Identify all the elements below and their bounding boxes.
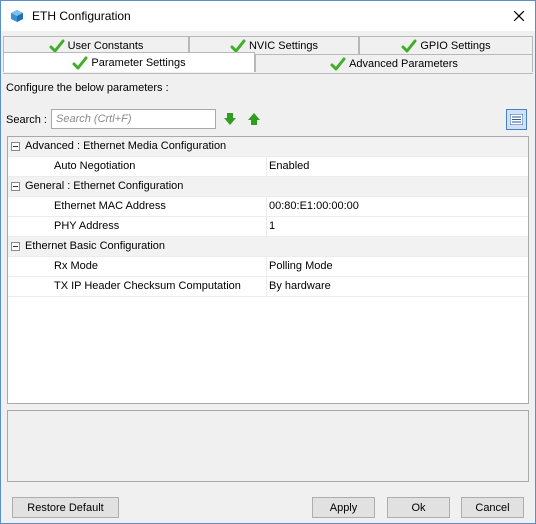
description-panel — [7, 410, 529, 482]
tree-param-row[interactable]: Auto Negotiation Enabled — [8, 157, 528, 177]
group-label: Ethernet Basic Configuration — [25, 240, 166, 252]
tree-param-row[interactable]: TX IP Header Checksum Computation By har… — [8, 277, 528, 297]
search-input[interactable] — [51, 109, 216, 129]
param-value[interactable]: By hardware — [269, 280, 331, 292]
tab-label: NVIC Settings — [248, 39, 319, 52]
column-divider — [266, 217, 267, 237]
tree-param-row[interactable]: PHY Address 1 — [8, 217, 528, 237]
apply-button[interactable]: Apply — [312, 497, 375, 518]
collapse-icon[interactable] — [11, 142, 20, 151]
param-name: Ethernet MAC Address — [54, 200, 166, 212]
list-view-button[interactable] — [506, 109, 527, 130]
arrow-down-icon[interactable] — [223, 112, 237, 126]
restore-default-button[interactable]: Restore Default — [12, 497, 119, 518]
tab-gpio-settings[interactable]: GPIO Settings — [359, 36, 533, 54]
tab-label: Advanced Parameters — [349, 57, 458, 70]
tree-param-row[interactable]: Rx Mode Polling Mode — [8, 257, 528, 277]
close-button[interactable] — [507, 4, 531, 28]
param-name: PHY Address — [54, 220, 120, 232]
tab-row-bottom: Parameter Settings Advanced Parameters — [3, 52, 533, 72]
ok-button[interactable]: Ok — [387, 497, 450, 518]
tree-param-row[interactable]: Ethernet MAC Address 00:80:E1:00:00:00 — [8, 197, 528, 217]
check-icon — [401, 39, 417, 52]
check-icon — [330, 57, 346, 70]
tree-group-row[interactable]: Advanced : Ethernet Media Configuration — [8, 137, 528, 157]
window-title: ETH Configuration — [32, 9, 131, 23]
group-label: Advanced : Ethernet Media Configuration — [25, 140, 227, 152]
search-label: Search : — [6, 114, 47, 126]
close-icon — [514, 11, 524, 21]
parameter-settings-panel: Configure the below parameters : Search … — [3, 73, 533, 487]
list-icon — [510, 114, 523, 125]
column-divider — [266, 257, 267, 277]
tree-group-row[interactable]: General : Ethernet Configuration — [8, 177, 528, 197]
collapse-icon[interactable] — [11, 242, 20, 251]
param-name: Rx Mode — [54, 260, 99, 272]
param-name: TX IP Header Checksum Computation — [54, 280, 241, 292]
arrow-up-icon[interactable] — [247, 112, 261, 126]
cube-icon — [11, 10, 23, 22]
collapse-icon[interactable] — [11, 182, 20, 191]
tab-label: GPIO Settings — [420, 39, 491, 52]
param-value[interactable]: Polling Mode — [269, 260, 333, 272]
configure-label: Configure the below parameters : — [6, 82, 169, 94]
column-divider — [266, 197, 267, 217]
tab-label: User Constants — [67, 39, 144, 52]
param-value[interactable]: Enabled — [269, 160, 309, 172]
tab-label: Parameter Settings — [91, 56, 186, 69]
eth-configuration-dialog: ETH Configuration User Constants NVIC Se… — [0, 0, 536, 524]
param-value[interactable]: 00:80:E1:00:00:00 — [269, 200, 359, 212]
cancel-button[interactable]: Cancel — [461, 497, 524, 518]
check-icon — [72, 56, 88, 69]
column-divider — [266, 277, 267, 297]
param-name: Auto Negotiation — [54, 160, 136, 172]
tab-advanced-parameters[interactable]: Advanced Parameters — [255, 54, 533, 72]
group-label: General : Ethernet Configuration — [25, 180, 184, 192]
title-bar: ETH Configuration — [1, 1, 535, 31]
tree-group-row[interactable]: Ethernet Basic Configuration — [8, 237, 528, 257]
tab-parameter-settings[interactable]: Parameter Settings — [3, 52, 255, 72]
param-value[interactable]: 1 — [269, 220, 275, 232]
parameter-tree: Advanced : Ethernet Media Configuration … — [7, 136, 529, 404]
column-divider — [266, 157, 267, 177]
